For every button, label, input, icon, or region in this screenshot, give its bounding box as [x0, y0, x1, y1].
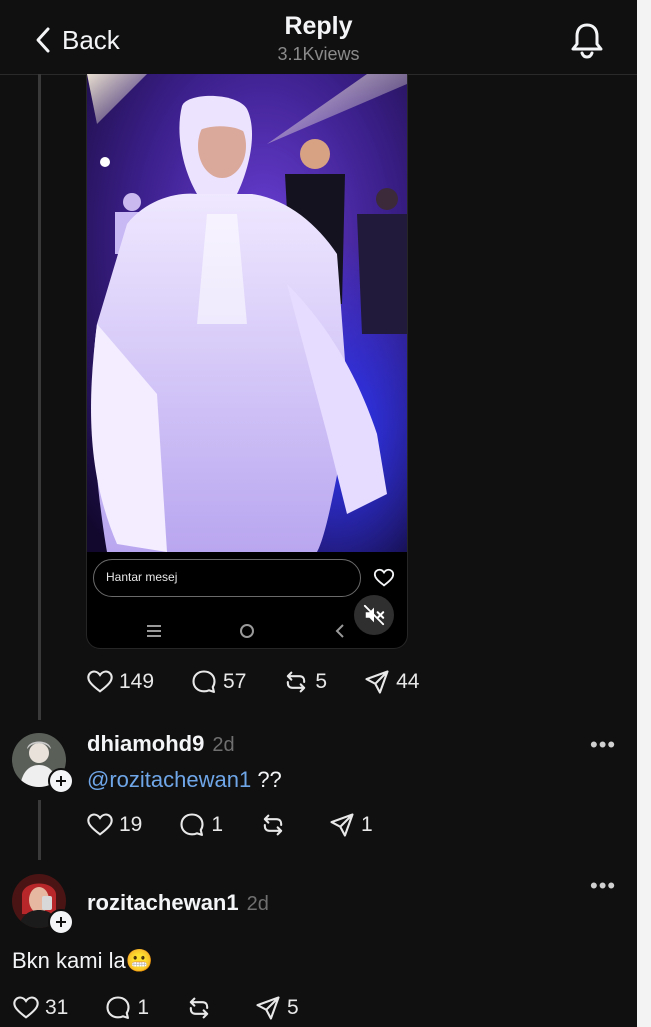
- comment-header: dhiamohd9 2d: [87, 731, 235, 757]
- repost-icon: [263, 814, 283, 836]
- share-count: 1: [361, 813, 373, 836]
- repost-icon: [287, 671, 306, 693]
- comment-body: Bkn kami la: [12, 948, 126, 973]
- send-icon: [256, 996, 280, 1020]
- timestamp: 2d: [212, 734, 235, 756]
- repost-button[interactable]: 5: [282, 668, 327, 696]
- follow-button[interactable]: [48, 909, 74, 935]
- share-button[interactable]: 5: [254, 994, 299, 1022]
- comment-body: ??: [251, 767, 282, 792]
- share-button[interactable]: 44: [363, 668, 419, 696]
- like-count: 31: [45, 996, 69, 1019]
- mention-link[interactable]: @rozitachewan1: [87, 767, 251, 792]
- message-placeholder: Hantar mesej: [106, 570, 178, 584]
- page-title: Reply: [284, 12, 353, 40]
- bell-icon: [571, 23, 603, 59]
- reply-count: 57: [223, 670, 247, 693]
- heart-icon: [13, 996, 39, 1019]
- post-actions: 149 57 5 44: [86, 668, 419, 696]
- comment-icon: [180, 813, 204, 836]
- view-count: 3.1Kviews: [277, 44, 360, 64]
- heart-icon: [87, 813, 113, 836]
- more-options-button[interactable]: •••: [590, 873, 616, 899]
- timestamp: 2d: [246, 893, 269, 915]
- reply-button[interactable]: 1: [104, 994, 149, 1022]
- repost-icon: [189, 997, 209, 1019]
- reply-count: 1: [137, 996, 150, 1019]
- thread-line: [38, 74, 41, 720]
- like-count: 149: [119, 670, 155, 693]
- more-options-button[interactable]: •••: [590, 732, 616, 758]
- nav-back-icon: [335, 624, 344, 638]
- reply-button[interactable]: 1: [178, 811, 223, 839]
- reply-button[interactable]: 57: [190, 668, 246, 696]
- reply-count: 1: [211, 813, 224, 836]
- heart-icon[interactable]: [373, 567, 395, 589]
- follow-button[interactable]: [48, 768, 74, 794]
- menu-icon: [147, 625, 161, 637]
- comment-header: rozitachewan1 2d: [87, 890, 269, 916]
- plus-icon: [56, 776, 66, 786]
- repost-button[interactable]: [185, 994, 218, 1022]
- message-input[interactable]: Hantar mesej: [93, 559, 361, 597]
- video-frame[interactable]: [87, 74, 407, 552]
- title-block: Reply 3.1Kviews: [0, 12, 637, 65]
- username[interactable]: rozitachewan1: [87, 890, 239, 915]
- send-icon: [330, 813, 354, 837]
- like-button[interactable]: 149: [86, 668, 154, 696]
- comment-actions: 19 1 1: [86, 811, 373, 839]
- grimace-emoji-icon: 😬: [125, 948, 154, 973]
- top-bar: Back Reply 3.1Kviews: [0, 0, 637, 75]
- send-icon: [365, 670, 389, 694]
- share-button[interactable]: 1: [328, 811, 373, 839]
- plus-icon: [56, 917, 66, 927]
- home-icon: [240, 624, 254, 638]
- comment-actions: 31 1 5: [12, 994, 299, 1022]
- phone-nav-bar: [147, 624, 344, 638]
- share-count: 5: [287, 996, 299, 1019]
- share-count: 44: [396, 670, 420, 693]
- comment-icon: [106, 996, 130, 1019]
- repost-button[interactable]: [259, 811, 292, 839]
- like-button[interactable]: 31: [12, 994, 68, 1022]
- like-count: 19: [119, 813, 143, 836]
- comment-icon: [192, 670, 216, 693]
- thread-line: [38, 800, 41, 860]
- comment-text: @rozitachewan1 ??: [87, 767, 282, 793]
- heart-icon: [87, 670, 113, 693]
- username[interactable]: dhiamohd9: [87, 731, 204, 756]
- like-button[interactable]: 19: [86, 811, 142, 839]
- post-media[interactable]: Hantar mesej: [86, 74, 408, 649]
- notifications-button[interactable]: [568, 20, 606, 60]
- scrollbar[interactable]: [637, 0, 651, 1027]
- repost-count: 5: [315, 670, 328, 693]
- comment-text: Bkn kami la😬: [12, 948, 153, 974]
